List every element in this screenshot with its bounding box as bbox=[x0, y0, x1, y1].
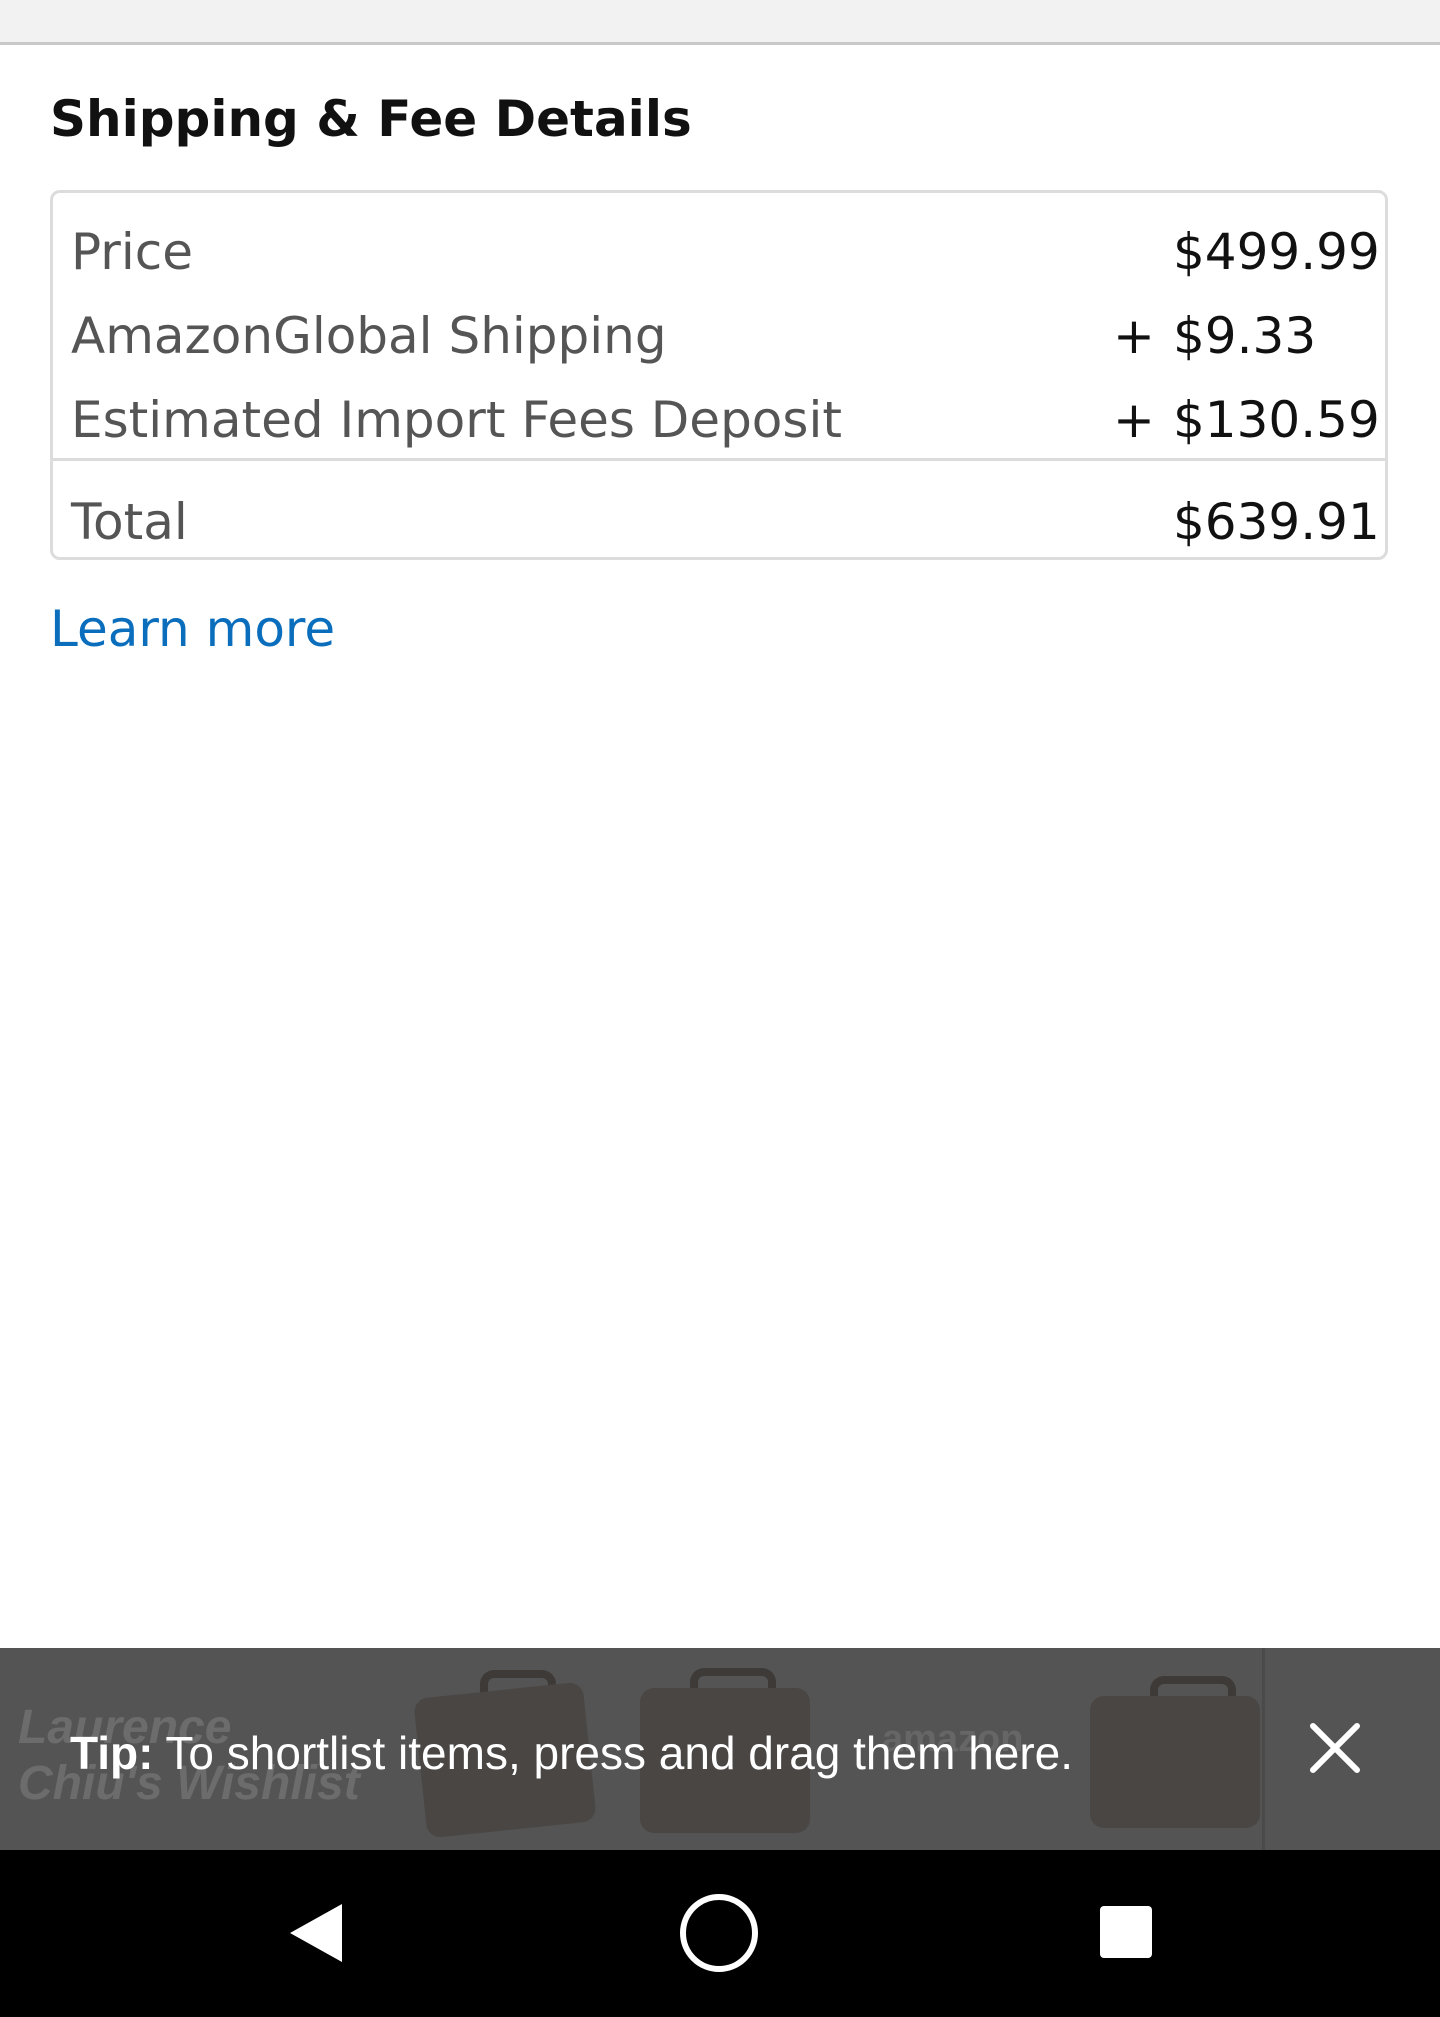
top-header-strip bbox=[0, 0, 1440, 45]
bar-divider bbox=[1262, 1648, 1265, 1850]
fee-row-total: Total $639.91 bbox=[53, 481, 1385, 561]
fee-row-amount: $499.99 bbox=[1173, 223, 1380, 281]
fee-row-label: Price bbox=[71, 223, 193, 281]
close-icon[interactable] bbox=[1305, 1718, 1365, 1778]
total-amount: $639.91 bbox=[1173, 493, 1380, 551]
fee-row-amount: $130.59 bbox=[1173, 391, 1380, 449]
learn-more-link[interactable]: Learn more bbox=[50, 600, 335, 658]
total-label: Total bbox=[71, 493, 188, 551]
wishlist-item-bag bbox=[1090, 1696, 1260, 1828]
tip-text: To shortlist items, press and drag them … bbox=[153, 1727, 1074, 1779]
tip-message: Tip: To shortlist items, press and drag … bbox=[70, 1726, 1073, 1780]
fee-row-label: AmazonGlobal Shipping bbox=[71, 307, 667, 365]
fee-details-table: Price $499.99 AmazonGlobal Shipping + $9… bbox=[50, 190, 1388, 560]
fee-row-import-fees: Estimated Import Fees Deposit + $130.59 bbox=[53, 379, 1385, 459]
fee-divider bbox=[53, 458, 1385, 461]
fee-row-label: Estimated Import Fees Deposit bbox=[71, 391, 842, 449]
wishlist-tip-bar[interactable]: Laurence Chiu's Wishlist amazon Tip: To … bbox=[0, 1648, 1440, 1850]
home-circle-icon[interactable] bbox=[678, 1892, 760, 1974]
back-triangle-icon[interactable] bbox=[286, 1900, 346, 1966]
system-navigation-bar bbox=[0, 1850, 1440, 2017]
recents-square-icon[interactable] bbox=[1098, 1904, 1154, 1960]
fee-row-sign: + bbox=[1113, 307, 1155, 365]
fee-row-shipping: AmazonGlobal Shipping + $9.33 bbox=[53, 295, 1385, 375]
tip-prefix: Tip: bbox=[70, 1727, 154, 1779]
fee-row-amount: $9.33 bbox=[1173, 307, 1317, 365]
fee-row-price: Price $499.99 bbox=[53, 211, 1385, 291]
section-title: Shipping & Fee Details bbox=[50, 90, 692, 148]
fee-row-sign: + bbox=[1113, 391, 1155, 449]
